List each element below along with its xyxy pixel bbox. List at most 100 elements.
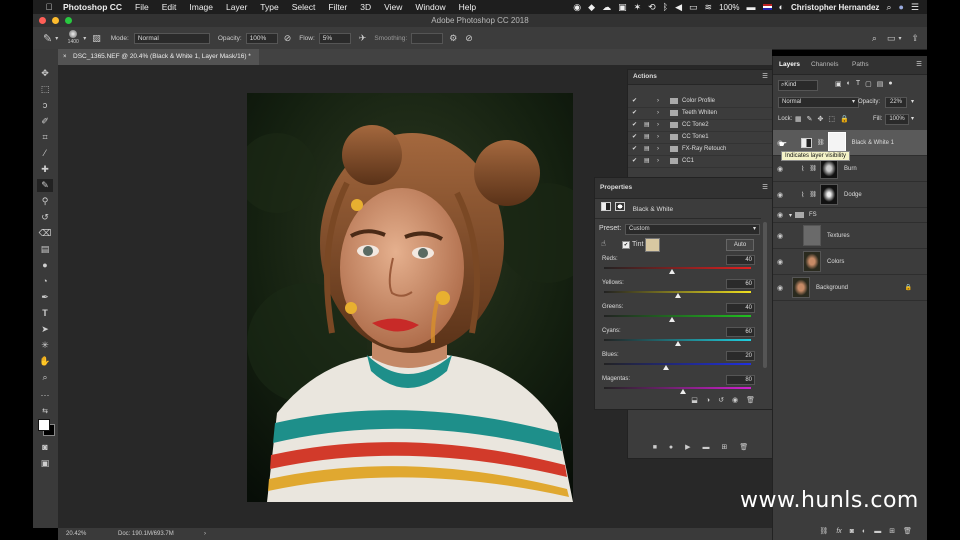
tab-paths[interactable]: Paths — [852, 56, 869, 74]
lock-position-icon[interactable]: ✥ — [818, 115, 824, 123]
layer-mask-thumbnail[interactable] — [820, 158, 839, 179]
lock-pixels-icon[interactable]: ✎ — [807, 115, 813, 123]
add-mask-icon[interactable]: ◙ — [850, 528, 854, 535]
filter-type-icon[interactable]: T — [856, 80, 860, 88]
status-icon-4[interactable]: ▣ — [618, 2, 627, 13]
layer-name[interactable]: Background — [816, 285, 848, 291]
status-icon-3[interactable]: ☁ — [602, 2, 611, 13]
zoom-level[interactable]: 20.42% — [66, 528, 86, 540]
layer-opacity-input[interactable]: 22% — [885, 97, 907, 108]
blur-tool-icon[interactable]: ● — [37, 259, 53, 272]
slider-value-input[interactable]: 20 — [726, 351, 755, 361]
smoothing-input[interactable] — [411, 32, 444, 44]
layer-row-background[interactable]: ◉ Background 🔒 — [773, 275, 928, 301]
delete-adjustment-icon[interactable]: 🗑 — [746, 396, 755, 404]
battery-icon[interactable]: ▬ — [747, 2, 756, 12]
gradient-tool-icon[interactable]: ▤ — [37, 243, 53, 256]
quick-select-tool-icon[interactable]: ✐ — [37, 115, 53, 128]
visibility-eye-icon[interactable]: ◉ — [773, 232, 787, 240]
tab-layers[interactable]: Layers — [779, 56, 800, 74]
pressure-size-icon[interactable]: ⊘ — [465, 33, 473, 44]
dialog-toggle-icon[interactable]: ▤ — [644, 119, 650, 131]
status-arrow-icon[interactable]: › — [204, 528, 206, 540]
brush-panel-icon[interactable]: ▨ — [92, 33, 101, 44]
checkmark-icon[interactable]: ✔ — [632, 131, 637, 143]
slider-knob[interactable] — [674, 341, 681, 346]
layer-thumbnail[interactable] — [803, 251, 821, 272]
hand-tool-icon[interactable]: ✋ — [37, 355, 53, 368]
checkmark-icon[interactable]: ✔ — [632, 155, 637, 167]
visibility-eye-icon[interactable]: ◉ — [773, 211, 787, 219]
airbrush-icon[interactable]: ✈ — [359, 33, 367, 44]
new-adjustment-icon[interactable]: ◐ — [862, 528, 866, 535]
layer-thumbnail[interactable] — [803, 225, 821, 246]
link-chain-icon[interactable]: ⛓ — [809, 165, 817, 172]
slider-knob[interactable] — [674, 293, 681, 298]
preset-select[interactable]: Custom ▾ — [625, 224, 760, 235]
checkmark-icon[interactable]: ✔ — [632, 107, 637, 119]
menu-select[interactable]: Select — [292, 2, 316, 12]
layer-name[interactable]: Colors — [827, 259, 844, 265]
brush-chevron-icon[interactable]: ▾ — [83, 35, 86, 42]
slider-value-input[interactable]: 60 — [726, 279, 755, 289]
menu-layer[interactable]: Layer — [226, 2, 247, 12]
brush-tool-active-icon[interactable]: ✎ — [37, 179, 53, 192]
expand-chevron-icon[interactable]: › — [657, 143, 659, 155]
layer-group-fs[interactable]: ◉ ▾ FS — [773, 208, 928, 223]
flow-input[interactable]: 5% — [318, 32, 351, 44]
pressure-opacity-icon[interactable]: ⊘ — [284, 33, 292, 44]
delete-layer-icon[interactable]: 🗑 — [903, 527, 912, 535]
slider-knob[interactable] — [668, 269, 675, 274]
checkmark-icon[interactable]: ✔ — [632, 119, 637, 131]
close-window-button[interactable] — [39, 17, 46, 24]
layer-mask-thumbnail[interactable] — [827, 132, 846, 153]
layer-name[interactable]: Textures — [827, 233, 850, 239]
dodge-tool-icon[interactable]: ◔ — [37, 275, 53, 288]
new-action-icon[interactable]: ⊞ — [722, 443, 728, 451]
eraser-tool-icon[interactable]: ⌫ — [37, 227, 53, 240]
layer-row-colors[interactable]: ◉ Colors — [773, 249, 928, 275]
quick-mask-icon[interactable]: ◙ — [37, 441, 53, 454]
menu-filter[interactable]: Filter — [328, 2, 347, 12]
visibility-eye-icon[interactable]: ◉ — [773, 284, 787, 292]
smoothing-options-gear-icon[interactable]: ⚙ — [449, 33, 457, 44]
brush-tool-icon[interactable]: ✎ — [43, 32, 52, 45]
visibility-eye-icon[interactable]: ◉ — [773, 165, 787, 173]
record-icon[interactable]: ● — [669, 444, 673, 451]
filter-shape-icon[interactable]: ▢ — [865, 80, 872, 88]
airplay-icon[interactable]: ▭ — [689, 2, 698, 13]
opacity-chevron-icon[interactable]: ▾ — [911, 98, 914, 105]
slider-value-input[interactable]: 80 — [726, 375, 755, 385]
expand-chevron-icon[interactable]: › — [657, 131, 659, 143]
history-brush-tool-icon[interactable]: ↺ — [37, 211, 53, 224]
menu-file[interactable]: File — [135, 2, 149, 12]
view-previous-icon[interactable]: ◑ — [706, 397, 710, 404]
new-group-icon[interactable]: ▬ — [874, 528, 881, 535]
link-chain-icon[interactable]: ⛓ — [817, 139, 825, 146]
search-icon[interactable]: ⌕ — [886, 2, 891, 13]
siri-icon[interactable]: ● — [898, 2, 903, 12]
fill-input[interactable]: 100% — [885, 114, 909, 125]
menu-app[interactable]: Photoshop CC — [63, 2, 122, 12]
slider-knob[interactable] — [662, 365, 669, 370]
auto-button[interactable]: Auto — [726, 239, 754, 251]
slider-track[interactable] — [604, 387, 751, 389]
tool-preset-chevron-icon[interactable]: ▾ — [55, 35, 58, 42]
expand-chevron-icon[interactable]: › — [657, 119, 659, 131]
layers-menu-icon[interactable]: ☰ — [916, 56, 922, 74]
properties-scrollbar[interactable] — [763, 222, 767, 368]
mask-icon[interactable] — [614, 202, 625, 211]
slider-value-input[interactable]: 60 — [726, 327, 755, 337]
foreground-color-swatch[interactable] — [38, 419, 50, 431]
layer-name[interactable]: Black & White 1 — [852, 140, 894, 146]
tint-checkbox[interactable]: ✔ — [622, 241, 630, 249]
filter-pixel-icon[interactable]: ▣ — [835, 80, 842, 88]
stop-icon[interactable]: ■ — [653, 444, 657, 451]
properties-menu-icon[interactable]: ☰ — [762, 178, 768, 198]
tab-channels[interactable]: Channels — [811, 56, 838, 74]
play-icon[interactable]: ▶ — [685, 443, 690, 451]
layer-thumbnail[interactable] — [792, 277, 810, 298]
expand-chevron-icon[interactable]: › — [657, 155, 659, 167]
menu-type[interactable]: Type — [260, 2, 278, 12]
visibility-eye-icon[interactable]: ◉ — [773, 258, 787, 266]
